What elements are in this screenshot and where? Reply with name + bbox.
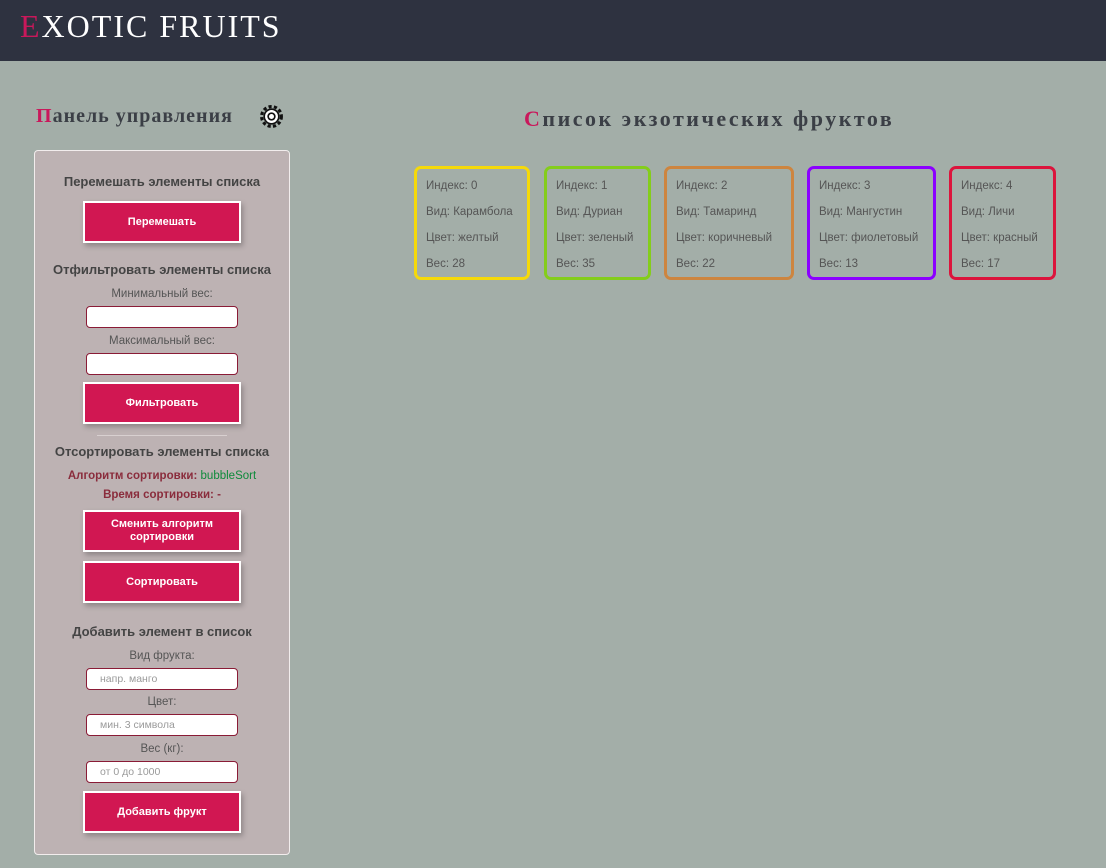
header: EXOTIC FRUITS	[0, 0, 1106, 61]
fruit-index: Индекс: 0	[426, 180, 478, 192]
min-weight-input[interactable]	[86, 306, 238, 328]
fruit-card-4[interactable]: Индекс: 4 Вид: Личи Цвет: красный Вес: 1…	[949, 166, 1056, 280]
control-panel-title: Панель управления	[36, 103, 233, 129]
fruit-kind: Вид: Тамаринд	[676, 206, 757, 218]
sort-time-label: Время сортировки:	[103, 489, 214, 501]
fruit-weight: Вес: 28	[426, 258, 465, 270]
fruit-list-title: Список экзотических фруктов	[524, 104, 894, 134]
fruit-color: Цвет: желтый	[426, 232, 499, 244]
add-fruit-button[interactable]: Добавить фрукт	[83, 791, 241, 833]
fruit-weight: Вес: 22	[676, 258, 715, 270]
fruit-kind: Вид: Мангустин	[819, 206, 903, 218]
sort-time: Время сортировки: -	[35, 489, 289, 501]
control-panel: Перемешать элементы списка Перемешать От…	[34, 150, 290, 855]
fruit-card-1[interactable]: Индекс: 1 Вид: Дуриан Цвет: зеленый Вес:…	[544, 166, 651, 280]
filter-section-title: Отфильтровать элементы списка	[52, 262, 272, 277]
fruit-index: Индекс: 2	[676, 180, 728, 192]
panel-title-text: анель управления	[52, 105, 233, 127]
fruit-kind-label: Вид фрукта:	[129, 650, 195, 662]
fruit-kind: Вид: Дуриан	[556, 206, 623, 218]
fruit-weight: Вес: 35	[556, 258, 595, 270]
sort-algorithm-value: bubbleSort	[200, 470, 257, 482]
fruit-card-3[interactable]: Индекс: 3 Вид: Мангустин Цвет: фиолетовы…	[807, 166, 936, 280]
max-weight-label: Максимальный вес:	[109, 335, 215, 347]
panel-title-first-letter: П	[36, 105, 53, 127]
fruit-kind-input[interactable]	[86, 668, 238, 690]
sort-time-value: -	[217, 489, 221, 501]
fruit-weight: Вес: 13	[819, 258, 858, 270]
fruit-index: Индекс: 4	[961, 180, 1013, 192]
logo-first-letter: E	[20, 8, 42, 44]
filter-button[interactable]: Фильтровать	[83, 382, 241, 424]
shuffle-section-title: Перемешать элементы списка	[63, 174, 261, 189]
add-section-title: Добавить элемент в список	[72, 624, 252, 639]
fruit-card-2[interactable]: Индекс: 2 Вид: Тамаринд Цвет: коричневый…	[664, 166, 794, 280]
max-weight-input[interactable]	[86, 353, 238, 375]
fruit-kind: Вид: Личи	[961, 206, 1015, 218]
fruit-color: Цвет: фиолетовый	[819, 232, 919, 244]
gear-icon	[260, 105, 283, 128]
sort-algorithm: Алгоритм сортировки: bubbleSort	[35, 470, 289, 482]
logo: EXOTIC FRUITS	[20, 8, 282, 44]
fruit-kind: Вид: Карамбола	[426, 206, 513, 218]
min-weight-label: Минимальный вес:	[111, 288, 213, 300]
fruit-weight: Вес: 17	[961, 258, 1000, 270]
list-title-first-letter: С	[524, 106, 543, 131]
fruit-index: Индекс: 3	[819, 180, 871, 192]
fruit-color: Цвет: красный	[961, 232, 1038, 244]
fruit-color-label: Цвет:	[147, 696, 177, 708]
list-title-text: писок экзотических фруктов	[542, 106, 895, 131]
change-sort-algorithm-button[interactable]: Сменить алгоритм сортировки	[83, 510, 241, 552]
logo-text: XOTIC FRUITS	[41, 8, 282, 44]
fruit-color-input[interactable]	[86, 714, 238, 736]
sort-algorithm-label: Алгоритм сортировки:	[67, 470, 198, 482]
fruit-color: Цвет: коричневый	[676, 232, 773, 244]
sort-button[interactable]: Сортировать	[83, 561, 241, 603]
fruit-color: Цвет: зеленый	[556, 232, 634, 244]
shuffle-button[interactable]: Перемешать	[83, 201, 241, 243]
fruit-weight-input[interactable]	[86, 761, 238, 783]
fruit-index: Индекс: 1	[556, 180, 608, 192]
divider	[97, 435, 227, 436]
fruit-card-0[interactable]: Индекс: 0 Вид: Карамбола Цвет: желтый Ве…	[414, 166, 530, 280]
sort-section-title: Отсортировать элементы списка	[54, 444, 270, 459]
fruit-weight-label: Вес (кг):	[140, 743, 184, 755]
